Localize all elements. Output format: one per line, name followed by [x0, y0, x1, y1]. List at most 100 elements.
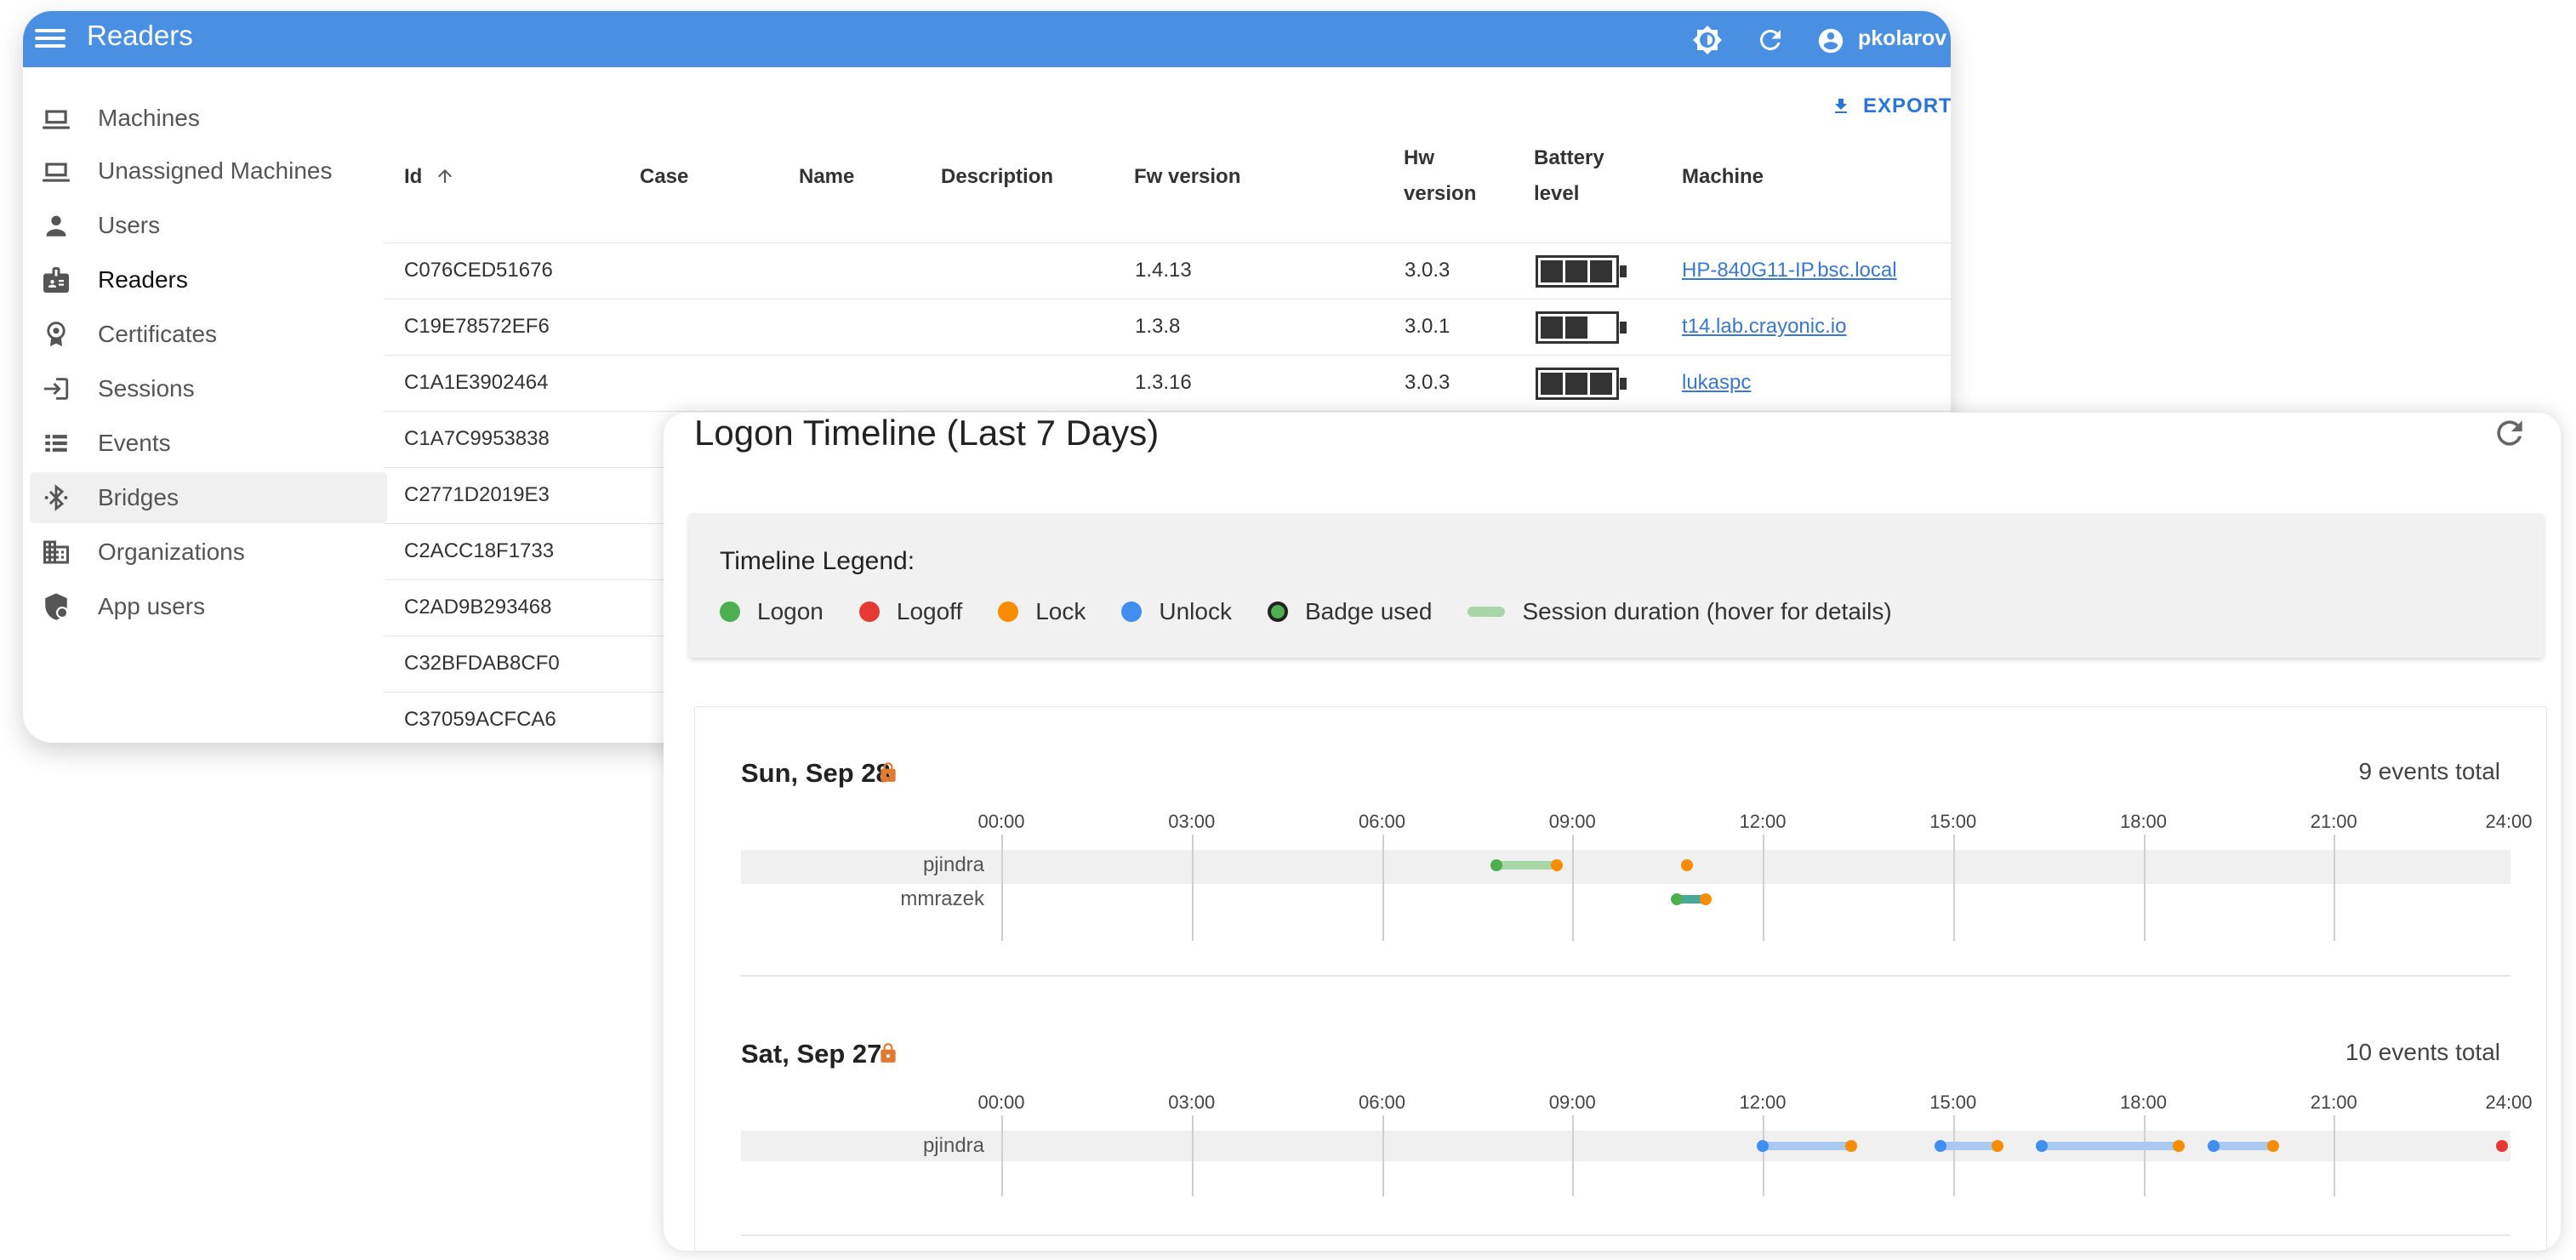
legend-dot-swatch [1121, 601, 1143, 622]
cell-hw: 3.0.3 [1405, 259, 1450, 282]
legend-item: Lock [998, 598, 1086, 625]
time-gridline [2334, 835, 2336, 941]
col-header-battery-level[interactable]: Battery level [1534, 140, 1604, 212]
table-row[interactable]: C076CED51676 1.4.13 3.0.3 HP-840G11-IP.b… [384, 242, 1951, 299]
event-marker[interactable] [2172, 1140, 2185, 1152]
day-section: Sun, Sep 28 9 events total 00:00 03:00 06:00… [695, 707, 2546, 979]
sidebar-item-unassigned-machines[interactable]: Unassigned Machines [30, 145, 387, 197]
event-marker[interactable] [1845, 1140, 1858, 1152]
cell-id: C2ACC18F1733 [404, 539, 555, 562]
laptop-icon [40, 155, 72, 187]
cell-id: C32BFDAB8CF0 [404, 652, 560, 675]
cell-id: C2AD9B293468 [404, 596, 552, 619]
time-tick-label: 12:00 [1739, 1092, 1787, 1113]
time-gridline [1572, 835, 1575, 941]
time-tick-label: 12:00 [1739, 811, 1787, 832]
event-marker[interactable] [2036, 1140, 2049, 1152]
sidebar-item-organizations[interactable]: Organizations [30, 527, 387, 578]
col-header-name[interactable]: Name [799, 159, 854, 195]
export-button[interactable]: EXPORT [1831, 94, 1951, 118]
legend-label: Logon [757, 598, 824, 624]
user-row-band [741, 850, 2510, 884]
cell-hw: 3.0.1 [1405, 315, 1450, 338]
event-marker[interactable] [2267, 1140, 2280, 1152]
cell-fw: 1.3.8 [1135, 315, 1181, 338]
legend-label: Logoff [896, 598, 963, 624]
sidebar-item-events[interactable]: Events [30, 418, 387, 469]
battery-icon [1536, 255, 1627, 288]
time-tick-label: 15:00 [1929, 811, 1977, 832]
time-tick-label: 18:00 [2119, 1092, 2168, 1113]
legend-item: Session duration (hover for details) [1468, 598, 1892, 625]
event-marker[interactable] [2207, 1140, 2220, 1152]
legend-label: Unlock [1159, 598, 1232, 624]
event-marker[interactable] [1680, 859, 1693, 871]
event-marker[interactable] [1991, 1140, 2003, 1152]
cell-id: C1A7C9953838 [404, 427, 550, 450]
sidebar-item-sessions[interactable]: Sessions [30, 363, 387, 414]
battery-icon [1536, 368, 1627, 400]
session-duration-bar[interactable] [2213, 1142, 2274, 1150]
time-tick-label: 06:00 [1358, 1092, 1406, 1113]
event-marker[interactable] [1757, 1140, 1769, 1152]
day-title: Sun, Sep 28 [741, 758, 891, 788]
timeline-refresh-icon[interactable] [2491, 414, 2528, 452]
session-duration-bar[interactable] [1763, 1142, 1852, 1150]
day-event-count: 9 events total [2358, 758, 2500, 784]
event-marker[interactable] [1550, 859, 1563, 871]
sidebar-item-label: App users [98, 593, 206, 619]
cell-id: C1A1E3902464 [404, 371, 549, 394]
col-header-description[interactable]: Description [941, 159, 1053, 195]
legend-bar-swatch [1468, 607, 1506, 617]
session-duration-bar[interactable] [2042, 1142, 2179, 1150]
session-duration-bar[interactable] [1496, 861, 1557, 869]
page-title: Readers [87, 20, 193, 51]
hw-header-line1: Hw [1404, 146, 1434, 169]
day-section: Sat, Sep 27 10 events total 00:00 03:00 06:0… [695, 988, 2546, 1260]
table-row[interactable]: C19E78572EF6 1.3.8 3.0.1 t14.lab.crayoni… [384, 299, 1951, 356]
col-header-id[interactable]: Id [404, 159, 455, 195]
legend-item: Logoff [858, 598, 963, 625]
menu-icon[interactable] [35, 25, 66, 52]
refresh-icon[interactable] [1755, 25, 1786, 55]
time-gridline [1572, 1115, 1575, 1196]
time-tick-label: 21:00 [2310, 811, 2357, 832]
table-row[interactable]: C1A1E3902464 1.3.16 3.0.3 lukaspc [384, 355, 1951, 412]
sidebar-item-users[interactable]: Users [30, 200, 387, 251]
event-marker[interactable] [1671, 893, 1684, 905]
sidebar-item-readers[interactable]: Readers [30, 254, 387, 305]
brightness-icon[interactable] [1692, 25, 1723, 55]
sidebar-item-machines[interactable]: Machines [30, 93, 387, 144]
col-header-fw-version[interactable]: Fw version [1134, 159, 1240, 195]
time-gridline [1952, 835, 1955, 941]
time-gridline [2143, 1115, 2146, 1196]
event-marker[interactable] [2495, 1140, 2508, 1152]
machine-link[interactable]: HP-840G11-IP.bsc.local [1682, 259, 1897, 282]
time-gridline [1001, 835, 1003, 941]
cell-id: C19E78572EF6 [404, 315, 550, 338]
day-separator [741, 975, 2510, 977]
event-marker[interactable] [1699, 893, 1712, 905]
lock-icon [881, 1043, 896, 1063]
sidebar-item-bridges[interactable]: Bridges [30, 472, 387, 523]
col-header-machine[interactable]: Machine [1682, 159, 1764, 195]
col-header-case[interactable]: Case [640, 159, 688, 195]
login-icon [40, 373, 72, 405]
time-tick-label: 06:00 [1358, 811, 1406, 832]
bluetooth-icon [40, 482, 72, 514]
sidebar-item-label: Organizations [98, 539, 245, 565]
event-marker[interactable] [1490, 859, 1502, 871]
col-header-hw-version[interactable]: Hw version [1404, 140, 1476, 212]
event-marker[interactable] [1934, 1140, 1946, 1152]
account-icon[interactable] [1816, 26, 1845, 55]
machine-link[interactable]: lukaspc [1682, 371, 1751, 395]
machine-link[interactable]: t14.lab.crayonic.io [1682, 315, 1846, 339]
username[interactable]: pkolarov [1858, 26, 1946, 51]
sidebar-item-certificates[interactable]: Certificates [30, 309, 387, 360]
sidebar-item-label: Machines [98, 105, 200, 131]
time-tick-label: 24:00 [2485, 1092, 2533, 1113]
sidebar-item-app-users[interactable]: App users [30, 581, 387, 632]
session-duration-bar[interactable] [1940, 1142, 1998, 1150]
battery-header-line1: Battery [1534, 146, 1604, 169]
cell-id: C2771D2019E3 [404, 483, 550, 506]
